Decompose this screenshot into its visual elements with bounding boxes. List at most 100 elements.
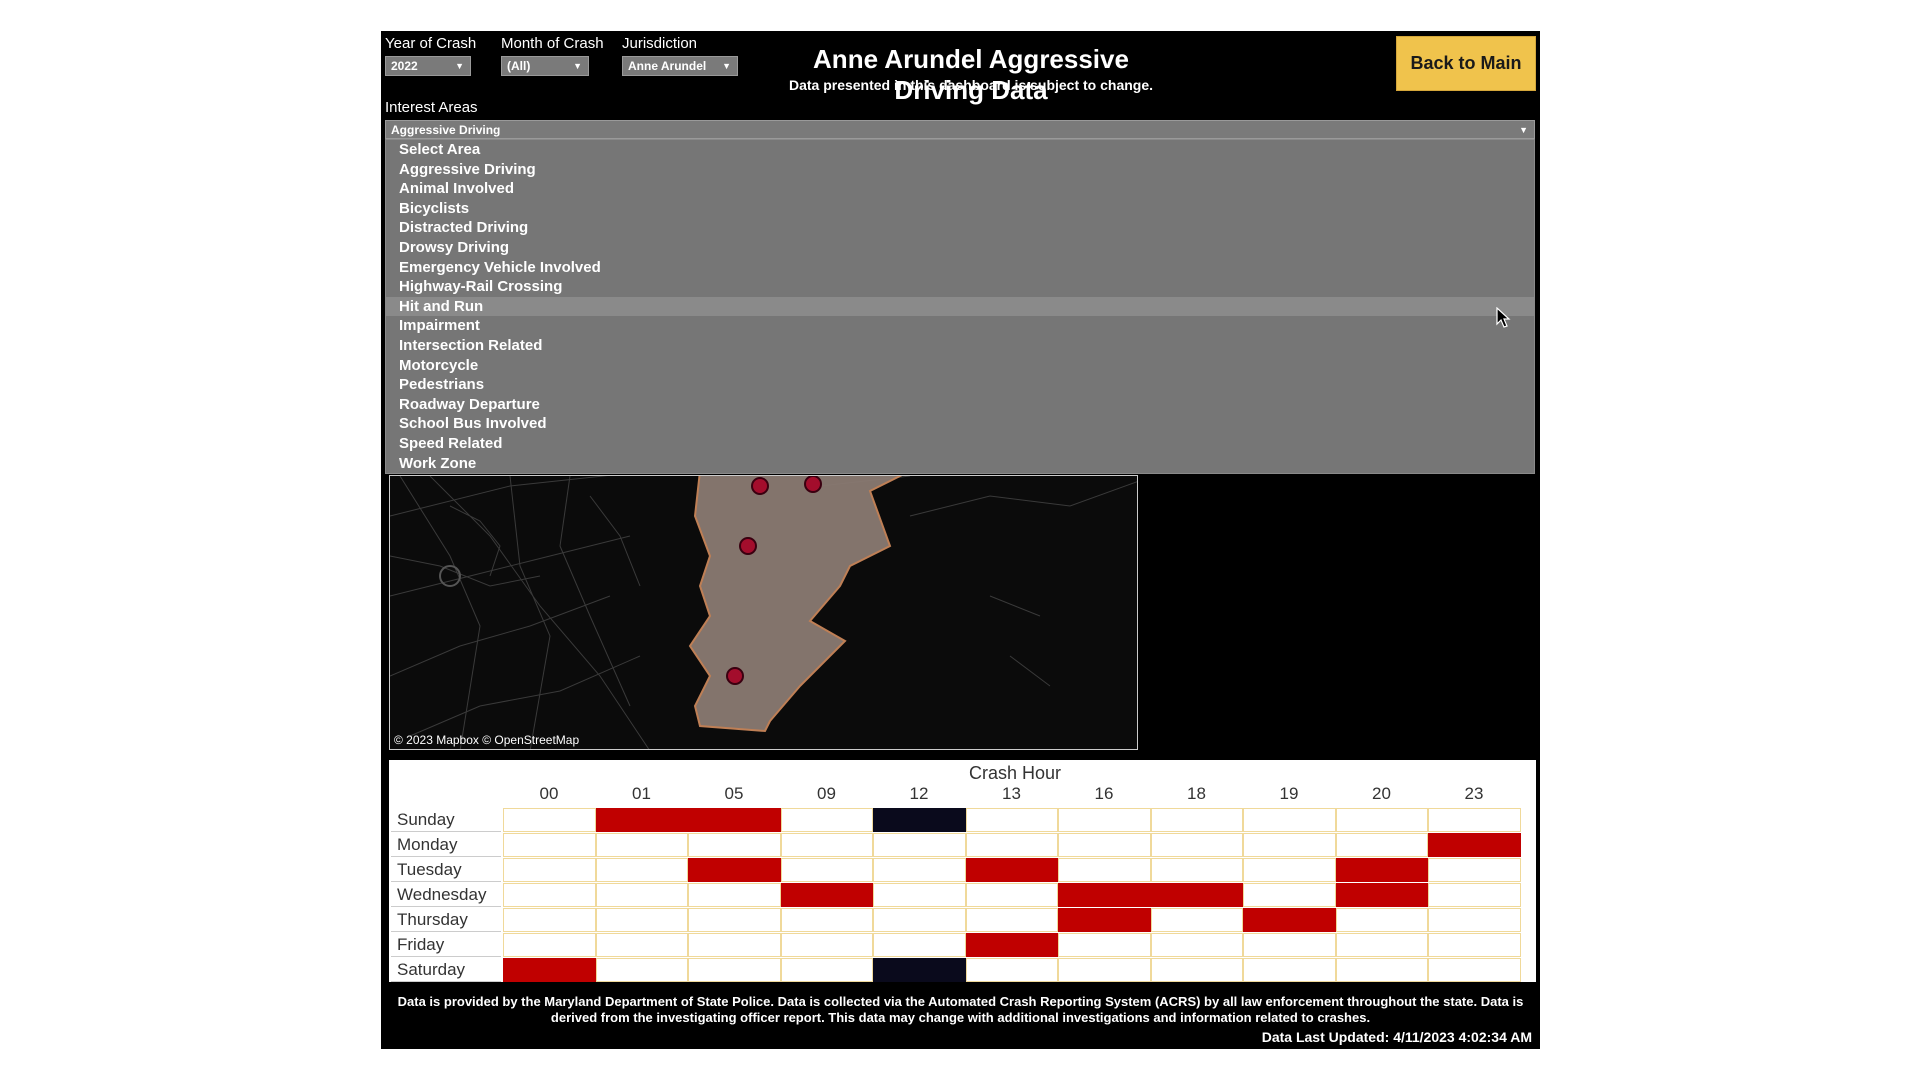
heatmap-cell [873,908,966,932]
heatmap-cell [688,958,781,982]
jurisdiction-filter-select[interactable]: Anne Arundel ▼ [622,56,738,76]
year-filter-select[interactable]: 2022 ▼ [385,56,471,76]
hour-column-header: 12 [909,784,929,803]
heatmap-cell [1335,833,1428,857]
heatmap-cell [780,908,873,932]
dropdown-option[interactable]: Hit and Run [386,296,1534,317]
crash-point[interactable] [751,477,769,495]
heatmap-cell [780,833,873,857]
year-filter-value: 2022 [391,59,418,73]
heatmap-cell[interactable] [595,808,688,832]
day-row-label: Monday [391,833,501,857]
heatmap-cell[interactable] [1243,908,1336,932]
heatmap-cell [1428,933,1521,957]
heatmap-cell[interactable] [965,858,1058,882]
heatmap-cell [965,958,1058,982]
crash-point[interactable] [804,476,822,493]
heatmap-cell [1150,808,1243,832]
dropdown-option[interactable]: Bicyclists [386,199,1534,219]
heatmap-cell[interactable] [873,958,966,982]
heatmap-cell [1243,933,1336,957]
day-row-label: Tuesday [391,858,501,882]
chevron-down-icon: ▼ [722,61,731,71]
chevron-down-icon: ▼ [455,61,464,71]
interest-areas-label: Interest Areas [385,99,478,116]
heatmap-cell[interactable] [503,958,596,982]
dropdown-option[interactable]: Aggressive Driving [386,160,1534,180]
heatmap-cell [965,808,1058,832]
heatmap-cell [1243,958,1336,982]
heatmap-cell [873,883,966,907]
month-filter-label: Month of Crash [501,35,604,52]
heatmap-cell[interactable] [688,858,781,882]
interest-areas-value: Aggressive Driving [391,123,501,137]
heatmap-cell [1335,958,1428,982]
heatmap-cell[interactable] [965,933,1058,957]
map-attribution[interactable]: © 2023 Mapbox © OpenStreetMap [394,733,579,747]
crash-point[interactable] [739,537,757,555]
crash-map[interactable]: © 2023 Mapbox © OpenStreetMap [389,475,1138,750]
heatmap-cell [595,933,688,957]
heatmap-cell [1058,808,1151,832]
heatmap-cell [965,908,1058,932]
month-filter-select[interactable]: (All) ▼ [501,56,589,76]
dropdown-option[interactable]: Highway-Rail Crossing [386,277,1534,297]
heatmap-cell [595,908,688,932]
crash-point[interactable] [726,667,744,685]
dropdown-option[interactable]: School Bus Involved [386,414,1534,434]
heatmap-cell [1243,883,1336,907]
interest-areas-select[interactable]: Aggressive Driving ▼ [385,120,1535,139]
heatmap-cell[interactable] [1058,908,1151,932]
heatmap-cell [1335,933,1428,957]
heatmap-cell[interactable] [1150,883,1243,907]
dropdown-option[interactable]: Roadway Departure [386,395,1534,415]
heatmap-cell[interactable] [1428,833,1521,857]
heatmap-cell [1058,858,1151,882]
heatmap-cell [688,833,781,857]
dropdown-option[interactable]: Pedestrians [386,375,1534,395]
interest-areas-dropdown[interactable]: Select Area Aggressive Driving Animal Invo… [385,139,1535,474]
heatmap-cell[interactable] [1058,883,1151,907]
dropdown-option[interactable]: Select Area [386,140,1534,160]
back-to-main-button[interactable]: Back to Main [1396,36,1536,91]
dropdown-option[interactable]: Work Zone [386,454,1534,474]
dropdown-option[interactable]: Impairment [386,316,1534,336]
dropdown-option[interactable]: Speed Related [386,434,1534,454]
dropdown-option[interactable]: Distracted Driving [386,218,1534,238]
heatmap-cell [595,858,688,882]
dropdown-option[interactable]: Intersection Related [386,336,1534,356]
heatmap-cell[interactable] [688,808,781,832]
heatmap-cell [1335,808,1428,832]
heatmap-cell[interactable] [1335,883,1428,907]
heatmap-cell [873,833,966,857]
heatmap-cell[interactable] [780,883,873,907]
jurisdiction-boundary [688,476,903,733]
year-filter-label: Year of Crash [385,35,477,52]
heatmap-cell [780,958,873,982]
dropdown-option[interactable]: Emergency Vehicle Involved [386,258,1534,278]
footer-line-1: Data is provided by the Maryland Departm… [397,994,1524,1009]
heatmap-cell [1150,833,1243,857]
jurisdiction-filter-value: Anne Arundel [628,59,707,73]
interchange-marker [439,565,461,587]
heatmap-cell [1243,833,1336,857]
heatmap-cell [873,933,966,957]
day-row-label: Sunday [391,808,501,832]
heatmap-cell [1428,808,1521,832]
dropdown-option[interactable]: Animal Involved [386,179,1534,199]
last-updated: Data Last Updated: 4/11/2023 4:02:34 AM [1261,1029,1532,1045]
heatmap-cell [1058,958,1151,982]
heatmap-cell [1243,858,1336,882]
dropdown-option[interactable]: Motorcycle [386,356,1534,376]
hour-column-header: 19 [1279,784,1299,803]
heatmap-cell [1150,933,1243,957]
heatmap-cell[interactable] [1335,858,1428,882]
hour-column-header: 23 [1464,784,1484,803]
dropdown-option[interactable]: Drowsy Driving [386,238,1534,258]
crash-hour-heatmap: Crash Hour 00 01 05 09 12 13 16 18 19 20 23 Sunday M… [389,760,1536,982]
chevron-down-icon: ▼ [1519,125,1528,135]
heatmap-cell[interactable] [873,808,966,832]
heatmap-cell [1428,858,1521,882]
heatmap-cell [1428,883,1521,907]
day-row-label: Wednesday [391,883,501,907]
